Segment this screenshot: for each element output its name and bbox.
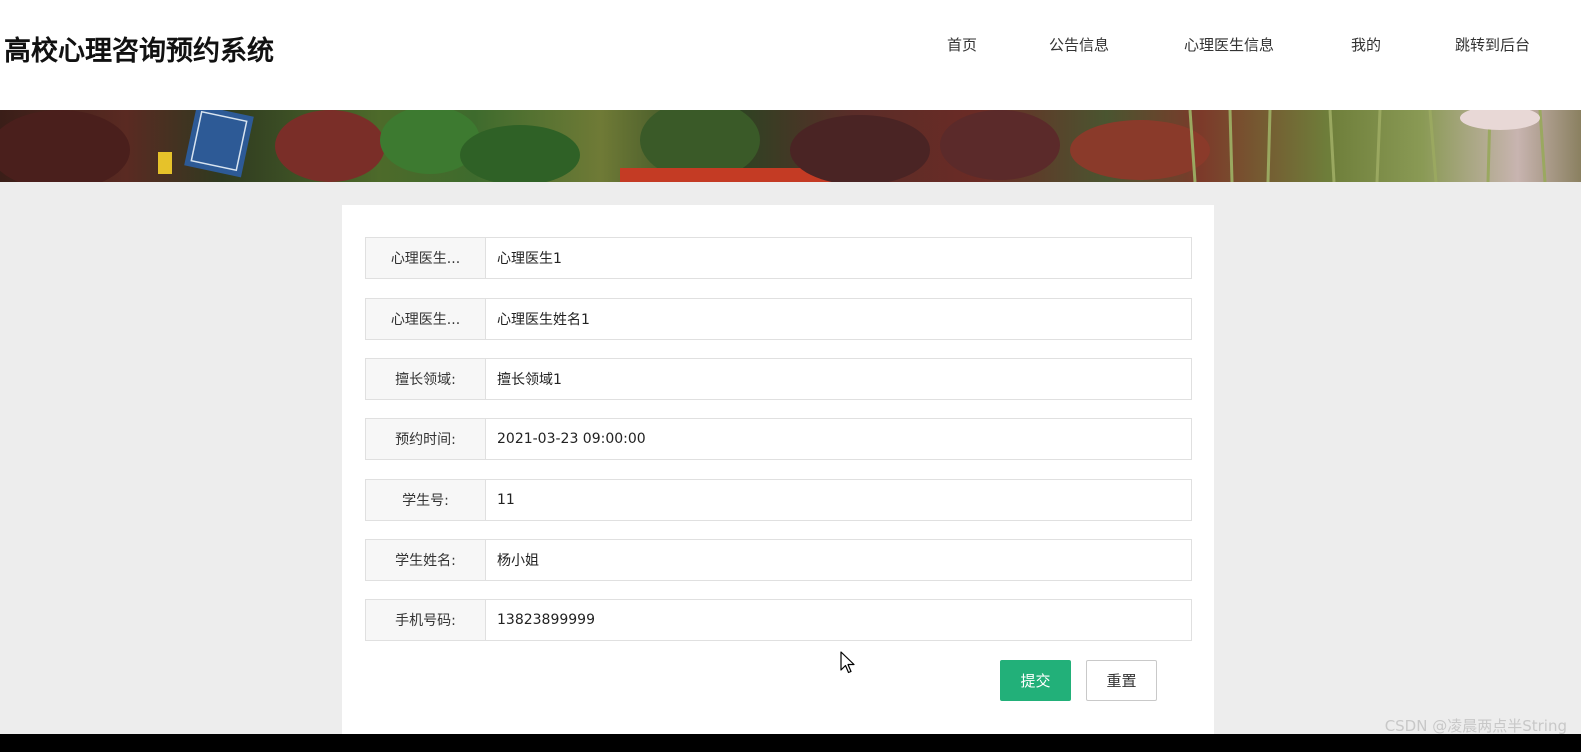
field-label: 擅长领域:: [366, 359, 486, 399]
specialty-input[interactable]: [486, 359, 1191, 399]
banner-image: [0, 110, 1581, 182]
nav-item-doctors[interactable]: 心理医生信息: [1184, 34, 1274, 55]
form-row-appointment-time: 预约时间:: [365, 418, 1192, 460]
submit-button[interactable]: 提交: [1000, 660, 1071, 701]
csdn-watermark: CSDN @凌晨两点半String: [1384, 717, 1567, 735]
doctor-name-input[interactable]: [486, 299, 1191, 339]
nav-item-admin[interactable]: 跳转到后台: [1455, 34, 1530, 55]
form-row-phone: 手机号码:: [365, 599, 1192, 641]
form-row-doctor-account: 心理医生...: [365, 237, 1192, 279]
banner-garden-scene: [0, 110, 1547, 182]
field-label: 心理医生...: [366, 238, 486, 278]
form-row-student-id: 学生号:: [365, 479, 1192, 521]
top-nav: 首页 公告信息 心理医生信息 我的 跳转到后台: [0, 34, 1581, 58]
field-label: 手机号码:: [366, 600, 486, 640]
field-label: 心理医生...: [366, 299, 486, 339]
field-label: 学生号:: [366, 480, 486, 520]
field-label: 学生姓名:: [366, 540, 486, 580]
nav-item-mine[interactable]: 我的: [1351, 34, 1381, 55]
bottom-bar: [0, 734, 1581, 752]
appointment-time-input[interactable]: [486, 419, 1191, 459]
field-label: 预约时间:: [366, 419, 486, 459]
booking-form-card: 心理医生... 心理医生... 擅长领域: 预约时间: 学生号: 学生姓名: 手…: [342, 205, 1214, 745]
student-name-input[interactable]: [486, 540, 1191, 580]
nav-item-home[interactable]: 首页: [947, 34, 977, 55]
form-row-specialty: 擅长领域:: [365, 358, 1192, 400]
form-row-doctor-name: 心理医生...: [365, 298, 1192, 340]
reset-button[interactable]: 重置: [1086, 660, 1157, 701]
nav-item-announcements[interactable]: 公告信息: [1049, 34, 1109, 55]
phone-input[interactable]: [486, 600, 1191, 640]
form-row-student-name: 学生姓名:: [365, 539, 1192, 581]
student-id-input[interactable]: [486, 480, 1191, 520]
mouse-cursor-icon: [840, 651, 855, 674]
header: 高校心理咨询预约系统 首页 公告信息 心理医生信息 我的 跳转到后台: [0, 0, 1581, 110]
doctor-account-input[interactable]: [486, 238, 1191, 278]
